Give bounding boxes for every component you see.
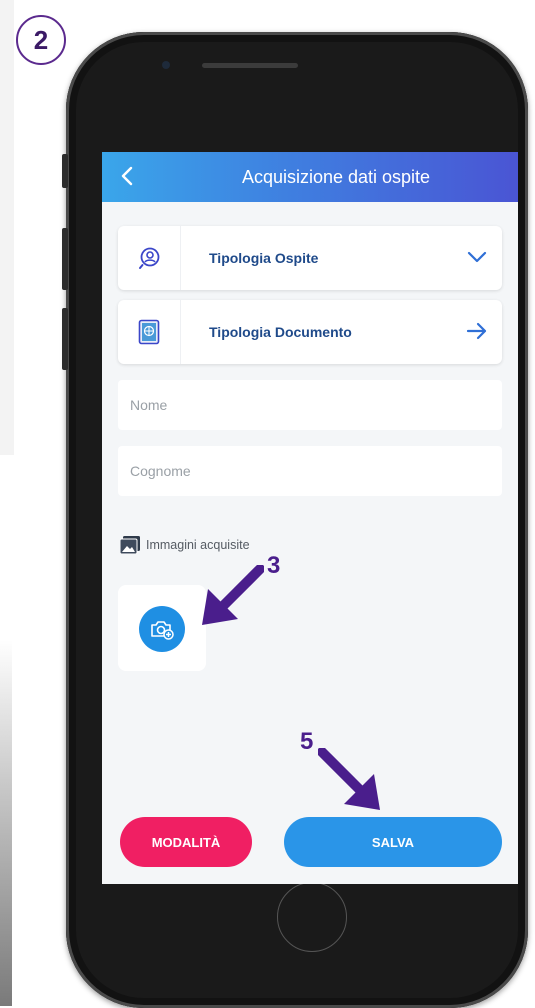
annotation-arrow-icon <box>318 748 380 810</box>
save-button[interactable]: SALVA <box>284 817 502 867</box>
guest-type-label: Tipologia Ospite <box>209 250 319 266</box>
guest-type-select[interactable]: Tipologia Ospite <box>118 226 502 290</box>
user-search-icon <box>139 247 160 269</box>
card-icon-zone <box>118 300 181 364</box>
add-photo-button[interactable] <box>139 606 185 652</box>
app-screen: Acquisizione dati ospite Tipologia Ospit… <box>102 152 518 884</box>
chevron-down-icon <box>467 251 487 263</box>
arrow-right-icon <box>466 322 487 340</box>
first-name-input[interactable] <box>118 380 502 430</box>
speaker-grille <box>202 63 298 68</box>
page-title: Acquisizione dati ospite <box>241 167 431 187</box>
mute-switch <box>62 154 68 188</box>
volume-down-button <box>62 308 68 370</box>
mode-button[interactable]: MODALITÀ <box>120 817 252 867</box>
document-type-select[interactable]: Tipologia Documento <box>118 300 502 364</box>
add-photo-icon <box>151 621 174 640</box>
home-button[interactable] <box>277 882 347 952</box>
back-chevron-icon[interactable] <box>116 164 140 188</box>
annotation-arrow-icon <box>202 565 264 625</box>
background-panel <box>0 640 12 1006</box>
acquired-images-label: Immagini acquisite <box>146 538 250 552</box>
last-name-field[interactable] <box>118 446 502 496</box>
background-panel <box>0 0 14 455</box>
step-badge: 2 <box>16 15 66 65</box>
app-header: Acquisizione dati ospite <box>102 152 518 202</box>
volume-up-button <box>62 228 68 290</box>
acquired-images-header: Immagini acquisite <box>120 534 250 556</box>
step-annotation: 5 <box>300 728 314 755</box>
card-icon-zone <box>118 226 181 290</box>
image-gallery-icon <box>120 536 140 554</box>
front-camera <box>162 61 170 69</box>
first-name-field[interactable] <box>118 380 502 430</box>
passport-icon <box>138 319 160 345</box>
last-name-input[interactable] <box>118 446 502 496</box>
image-thumbnail-slot <box>118 585 206 671</box>
step-annotation: 3 <box>267 552 281 579</box>
document-type-label: Tipologia Documento <box>209 324 352 340</box>
